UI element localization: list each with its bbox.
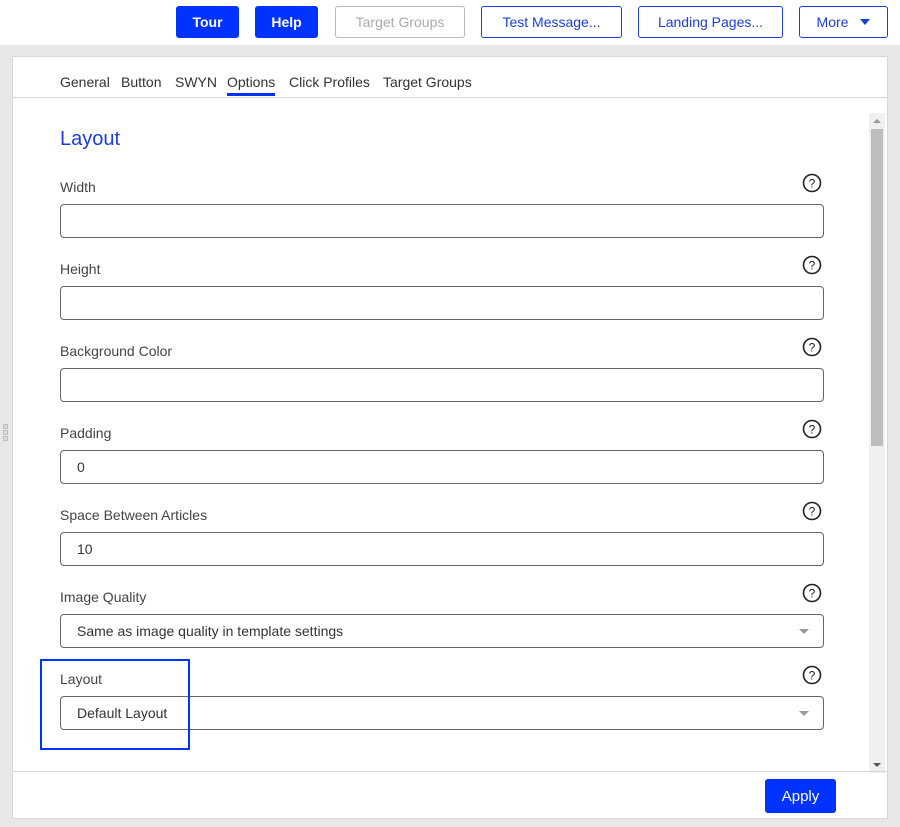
padding-input[interactable]: 0: [60, 450, 824, 484]
svg-text:?: ?: [809, 587, 816, 601]
help-button[interactable]: Help: [255, 6, 318, 38]
svg-text:?: ?: [809, 423, 816, 437]
tab-click-profiles[interactable]: Click Profiles: [289, 74, 370, 93]
height-label: Height: [60, 261, 101, 277]
test-message-button[interactable]: Test Message...: [481, 6, 622, 38]
height-input[interactable]: [60, 286, 824, 320]
layout-select[interactable]: Default Layout: [60, 696, 824, 730]
help-icon[interactable]: ?: [802, 337, 822, 357]
image-quality-select[interactable]: Same as image quality in template settin…: [60, 614, 824, 648]
space-between-articles-label: Space Between Articles: [60, 507, 208, 523]
grip-dot-icon: [3, 430, 8, 435]
width-label: Width: [60, 179, 96, 195]
chevron-down-icon: [799, 629, 809, 634]
more-dropdown-button[interactable]: More: [799, 6, 888, 38]
width-input[interactable]: [60, 204, 824, 238]
help-icon[interactable]: ?: [802, 583, 822, 603]
section-title: Layout: [60, 128, 121, 150]
help-icon[interactable]: ?: [802, 173, 822, 193]
apply-button[interactable]: Apply: [765, 779, 836, 813]
options-panel: General Button SWYN Options Click Profil…: [12, 56, 888, 819]
grip-dot-icon: [3, 424, 8, 429]
vertical-scrollbar[interactable]: [869, 113, 885, 773]
tab-general[interactable]: General: [60, 74, 110, 93]
image-quality-label: Image Quality: [60, 589, 147, 605]
help-icon[interactable]: ?: [802, 255, 822, 275]
tab-options[interactable]: Options: [227, 74, 276, 96]
svg-text:?: ?: [809, 505, 816, 519]
tab-swyn[interactable]: SWYN: [175, 74, 217, 93]
padding-label: Padding: [60, 425, 112, 441]
scroll-down-arrow-icon[interactable]: [873, 763, 881, 767]
tab-bar: General Button SWYN Options Click Profil…: [13, 57, 887, 98]
space-between-articles-input[interactable]: 10: [60, 532, 824, 566]
image-quality-value: Same as image quality in template settin…: [77, 623, 344, 639]
background-color-label: Background Color: [60, 343, 173, 359]
options-form: Layout Width ? Height ? Background Color…: [13, 98, 887, 771]
background-color-input[interactable]: [60, 368, 824, 402]
chevron-down-icon: [860, 19, 871, 25]
layout-label: Layout: [60, 671, 103, 687]
tour-button[interactable]: Tour: [176, 6, 239, 38]
chevron-down-icon: [799, 711, 809, 716]
tab-button[interactable]: Button: [121, 74, 161, 93]
scroll-up-arrow-icon[interactable]: [873, 119, 881, 123]
target-groups-button[interactable]: Target Groups: [335, 6, 465, 38]
panel-footer: Apply: [13, 771, 887, 819]
svg-text:?: ?: [809, 177, 816, 191]
svg-text:?: ?: [809, 259, 816, 273]
tab-target-groups[interactable]: Target Groups: [383, 74, 472, 93]
help-icon[interactable]: ?: [802, 665, 822, 685]
svg-text:?: ?: [809, 669, 816, 683]
scrollbar-thumb[interactable]: [871, 129, 883, 446]
layout-value: Default Layout: [77, 705, 168, 721]
resize-grip-handle[interactable]: [3, 424, 8, 442]
grip-dot-icon: [3, 436, 8, 441]
help-icon[interactable]: ?: [802, 419, 822, 439]
help-icon[interactable]: ?: [802, 501, 822, 521]
top-toolbar: Tour Help Target Groups Test Message... …: [0, 0, 900, 45]
landing-pages-button[interactable]: Landing Pages...: [638, 6, 783, 38]
svg-text:?: ?: [809, 341, 816, 355]
more-label: More: [816, 14, 849, 30]
